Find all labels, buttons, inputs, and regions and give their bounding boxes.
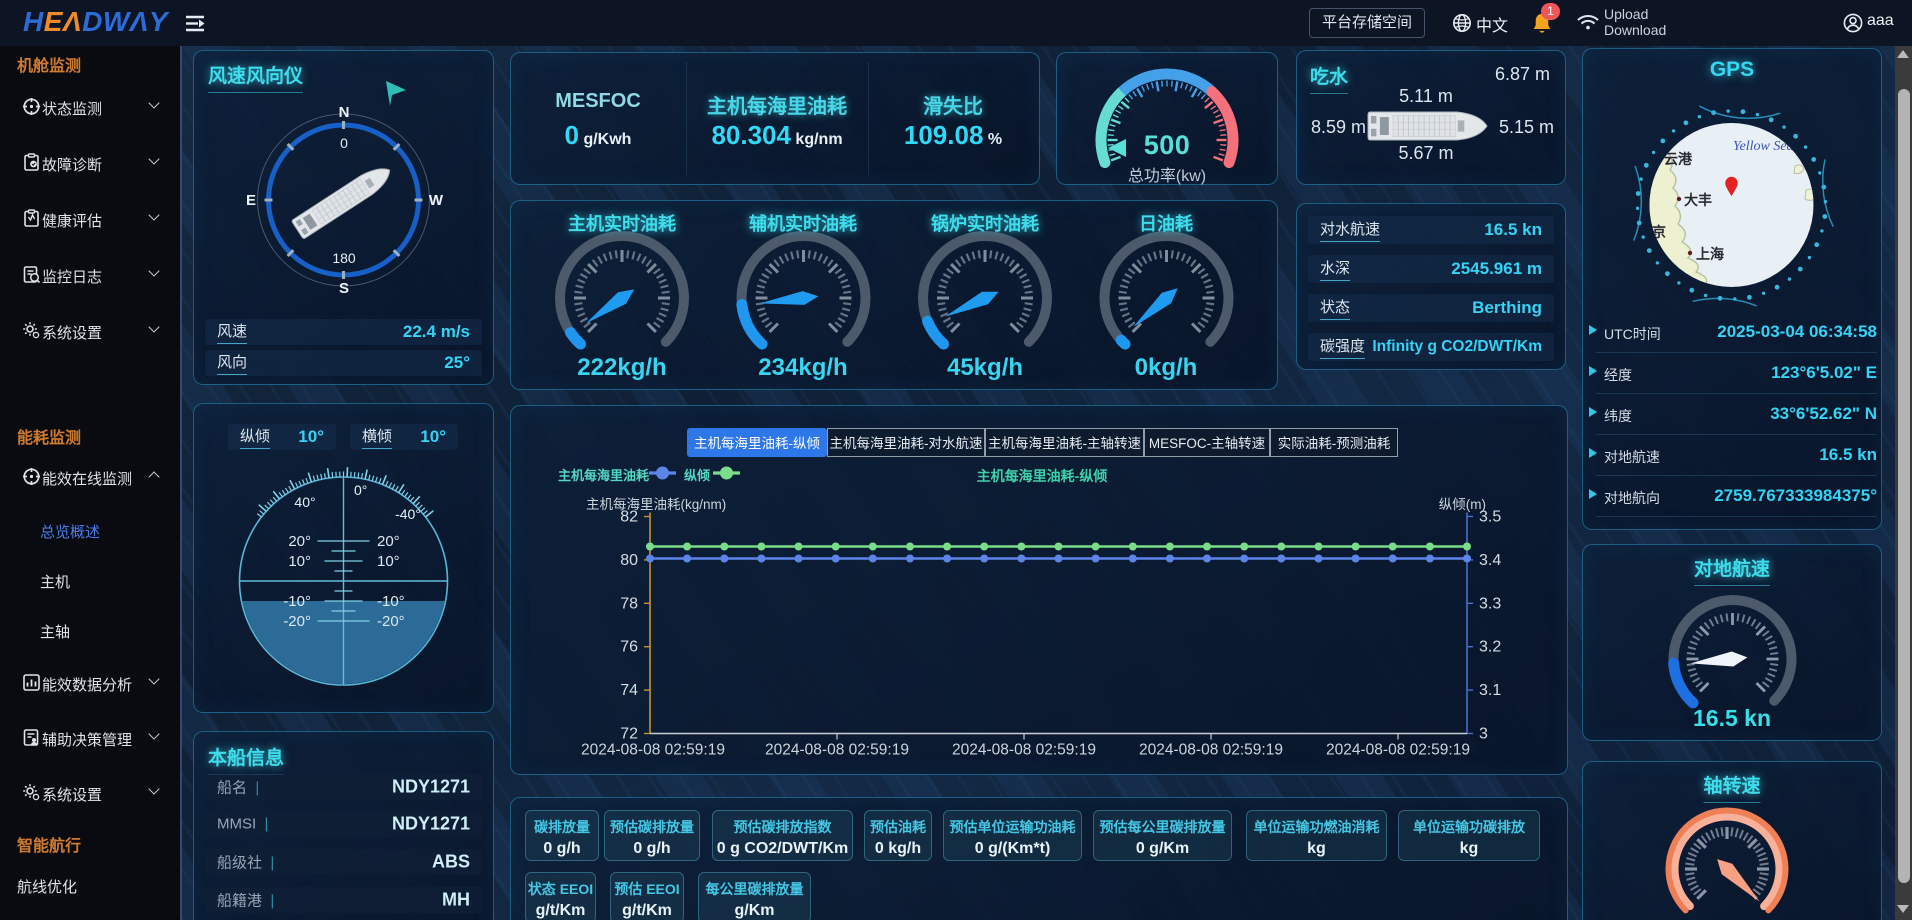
svg-text:3: 3 <box>1479 726 1488 743</box>
svg-text:2024-08-08 02:59:19: 2024-08-08 02:59:19 <box>581 742 725 759</box>
svg-text:74: 74 <box>620 682 638 699</box>
svg-text:2024-08-08 02:59:19: 2024-08-08 02:59:19 <box>952 742 1096 759</box>
svg-text:2024-08-08 02:59:19: 2024-08-08 02:59:19 <box>1326 742 1470 759</box>
svg-text:上海: 上海 <box>1696 246 1724 262</box>
svg-text:78: 78 <box>620 595 638 612</box>
svg-text:大丰: 大丰 <box>1684 192 1712 208</box>
svg-text:80: 80 <box>620 552 638 569</box>
svg-text:72: 72 <box>620 726 638 743</box>
svg-text:云港: 云港 <box>1664 151 1693 167</box>
svg-text:3.1: 3.1 <box>1479 682 1501 699</box>
svg-text:Yellow Sea: Yellow Sea <box>1733 139 1794 154</box>
svg-text:2024-08-08 02:59:19: 2024-08-08 02:59:19 <box>765 742 909 759</box>
svg-text:3.3: 3.3 <box>1479 595 1501 612</box>
svg-text:3.4: 3.4 <box>1479 552 1501 569</box>
svg-text:76: 76 <box>620 639 638 656</box>
svg-text:京: 京 <box>1652 224 1666 240</box>
svg-text:3.2: 3.2 <box>1479 639 1501 656</box>
svg-text:2024-08-08 02:59:19: 2024-08-08 02:59:19 <box>1139 742 1283 759</box>
